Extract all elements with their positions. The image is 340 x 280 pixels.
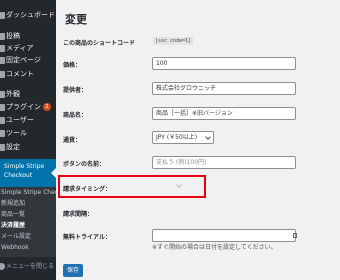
submenu-item-history[interactable]: 決済履歴 <box>0 220 56 231</box>
submenu-item-products[interactable]: 商品一覧 <box>0 209 56 220</box>
button-name-label: ボタンの名前： <box>63 161 106 168</box>
chevron-down-icon <box>176 182 182 188</box>
currency-label: 通貨： <box>63 137 82 144</box>
shortcode-label: この商品のショートコード <box>63 40 136 47</box>
sidebar-item-settings[interactable]: 設定 <box>0 141 56 154</box>
currency-selected-value: JPY (￥50以上) <box>156 134 198 141</box>
sidebar-item-tools[interactable]: ツール <box>0 127 56 140</box>
page-title: 変更 <box>65 13 87 26</box>
page-icon <box>0 57 5 64</box>
save-button[interactable]: 保存 <box>63 264 84 277</box>
chevron-down-icon <box>205 134 211 140</box>
collapse-icon <box>0 263 5 270</box>
admin-sidebar: ダッシュボード 投稿 メディア 固定ページ コメント 外観 プラグイン 2 ユーザ… <box>0 0 56 280</box>
comment-icon <box>0 71 5 78</box>
collapse-menu-button[interactable]: メニューを閉じる <box>0 260 56 273</box>
provider-label: 提供者： <box>63 87 88 94</box>
price-input[interactable]: 100 <box>152 57 296 70</box>
price-label: 価格： <box>63 62 82 69</box>
free-trial-date-input[interactable] <box>152 229 296 242</box>
sidebar-item-users[interactable]: ユーザー <box>0 114 56 127</box>
calendar-icon[interactable] <box>293 233 297 238</box>
free-trial-label: 無料トライアル： <box>63 234 111 241</box>
submenu-item-mail-settings[interactable]: メール設定 <box>0 231 56 242</box>
sidebar-item-label: プラグイン <box>6 103 41 111</box>
sidebar-item-pages[interactable]: 固定ページ <box>0 54 56 67</box>
sidebar-item-plugins[interactable]: プラグイン 2 <box>0 101 56 114</box>
sidebar-item-comments[interactable]: コメント <box>0 68 56 81</box>
submenu-item-add-new[interactable]: 新規追加 <box>0 198 56 209</box>
currency-select[interactable]: JPY (￥50以上) <box>152 131 214 144</box>
pin-icon <box>0 33 5 40</box>
billing-interval-label: 請求間隔： <box>63 211 94 218</box>
main-content: 変更 この商品のショートコード [ssc code=1] 価格： 100 提供者… <box>56 0 340 280</box>
plugin-icon <box>0 104 5 111</box>
sidebar-item-appearance[interactable]: 外観 <box>0 88 56 101</box>
brush-icon <box>0 91 5 98</box>
dashboard-icon <box>0 12 5 19</box>
sidebar-submenu: Simple Stripe Checkout 新規追加 商品一覧 決済履歴 メー… <box>0 187 56 257</box>
submenu-item-top[interactable]: Simple Stripe Checkout <box>0 187 56 198</box>
product-name-input[interactable]: 商品［一括］※旧バージョン <box>152 107 296 120</box>
shortcode-value: [ssc code=1] <box>153 37 194 45</box>
submenu-item-webhook[interactable]: Webhook <box>0 242 56 253</box>
billing-timing-label: 請求タイミング： <box>63 186 112 193</box>
product-name-label: 商品名： <box>63 112 88 119</box>
sidebar-item-simple-stripe-checkout[interactable]: Simple Stripe Checkout <box>0 159 56 187</box>
free-trial-note: ※すぐ開始の場合は日付を設定してください。 <box>152 244 277 251</box>
media-icon <box>0 45 5 52</box>
billing-timing-select[interactable] <box>160 180 184 193</box>
settings-icon <box>0 144 5 151</box>
wrench-icon <box>0 130 5 137</box>
provider-input[interactable]: 株式会社グロウニッチ <box>152 82 296 95</box>
update-count-badge: 2 <box>43 103 51 111</box>
button-name-input[interactable]: 支払う (例)100円) <box>152 156 296 169</box>
sidebar-item-dashboard[interactable]: ダッシュボード <box>0 9 56 22</box>
user-icon <box>0 117 5 124</box>
